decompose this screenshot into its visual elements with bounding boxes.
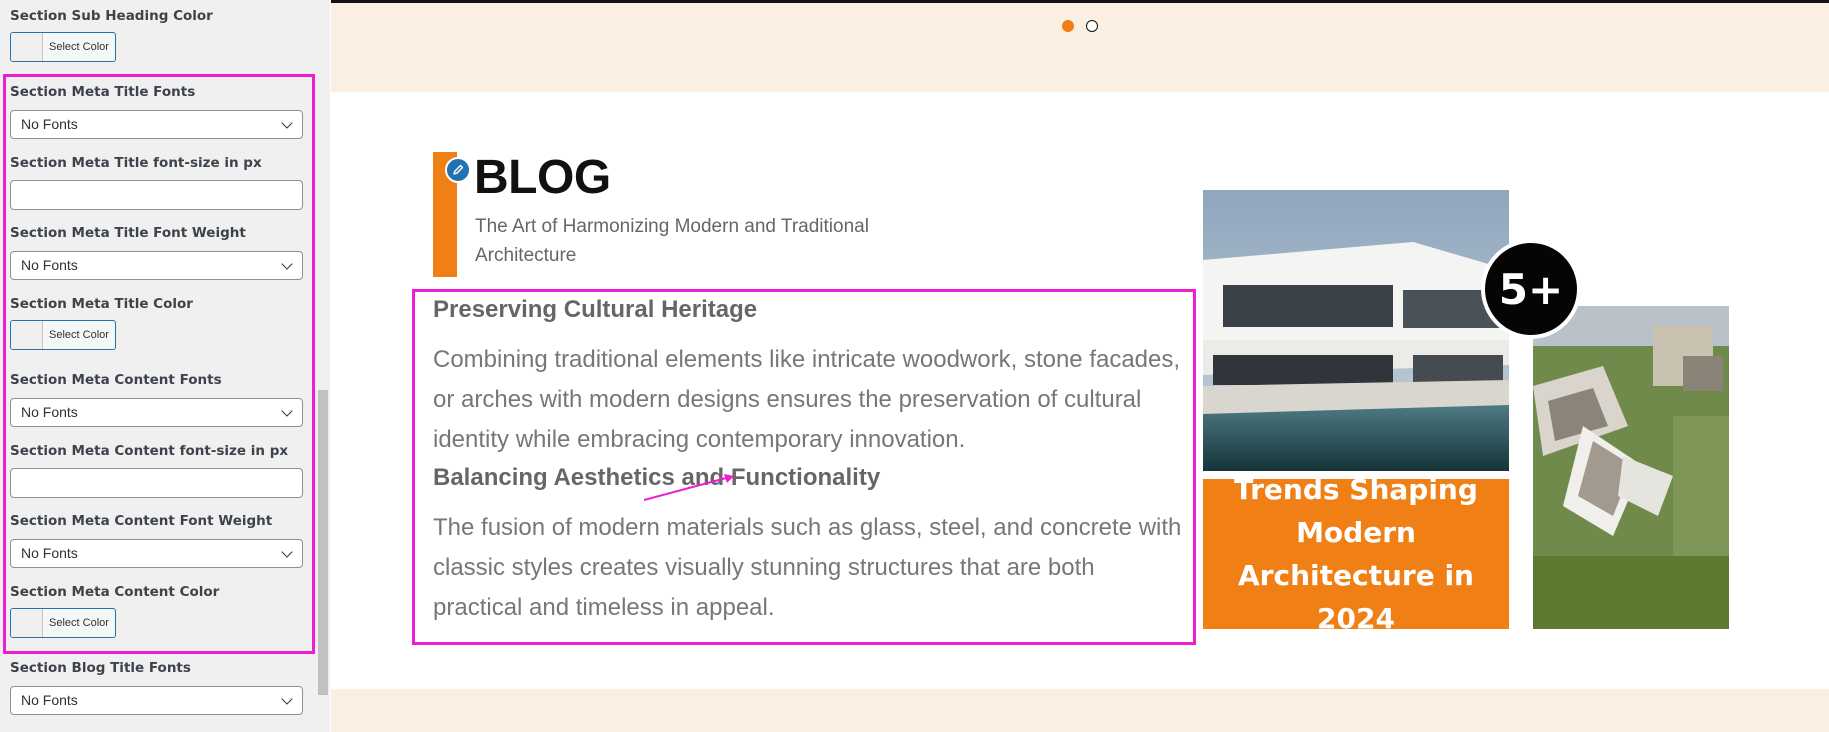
slider-dot[interactable] bbox=[1086, 20, 1098, 32]
section-subtitle: The Art of Harmonizing Modern and Tradit… bbox=[475, 216, 869, 266]
aerial-view-image bbox=[1533, 306, 1729, 629]
color-swatch bbox=[11, 33, 43, 61]
count-badge-inner: 5+ bbox=[1485, 243, 1577, 335]
customizer-sidebar: Section Sub Heading Color Select Color S… bbox=[0, 0, 330, 732]
slider-dot-active[interactable] bbox=[1062, 20, 1074, 32]
count-badge-text: 5+ bbox=[1498, 264, 1564, 314]
top-border bbox=[331, 0, 1829, 3]
pencil-edit-icon[interactable] bbox=[445, 157, 471, 183]
trends-card[interactable]: Trends Shaping Modern Architecture in 20… bbox=[1203, 473, 1509, 635]
modern-house-image bbox=[1203, 190, 1509, 471]
connector-arrow bbox=[644, 474, 734, 501]
site-preview: BLOG The Art of Harmonizing Modern and T… bbox=[331, 0, 1829, 732]
meta-heading: Preserving Cultural Heritage bbox=[433, 296, 758, 323]
sidebar-scrollbar-thumb[interactable] bbox=[318, 390, 328, 695]
meta-paragraph: Combining traditional elements like intr… bbox=[433, 346, 1181, 453]
next-section-band bbox=[331, 689, 1829, 732]
blog-title-fonts-select[interactable]: No Fonts bbox=[10, 686, 303, 715]
count-badge: 5+ bbox=[1481, 239, 1581, 339]
chevron-down-icon bbox=[281, 693, 293, 705]
sidebar-highlight-box bbox=[3, 74, 315, 654]
slider-section bbox=[331, 0, 1829, 92]
meta-paragraph: The fusion of modern materials such as g… bbox=[433, 514, 1182, 621]
sub-heading-color-button[interactable]: Select Color bbox=[10, 32, 116, 62]
blog-title-fonts-label: Section Blog Title Fonts bbox=[10, 660, 191, 676]
section-title: BLOG bbox=[474, 151, 611, 204]
trends-card-title: Trends Shaping Modern Architecture in 20… bbox=[1234, 473, 1478, 635]
select-value: No Fonts bbox=[21, 692, 78, 708]
sub-heading-color-label: Section Sub Heading Color bbox=[10, 8, 213, 24]
select-color-label: Select Color bbox=[49, 41, 109, 53]
